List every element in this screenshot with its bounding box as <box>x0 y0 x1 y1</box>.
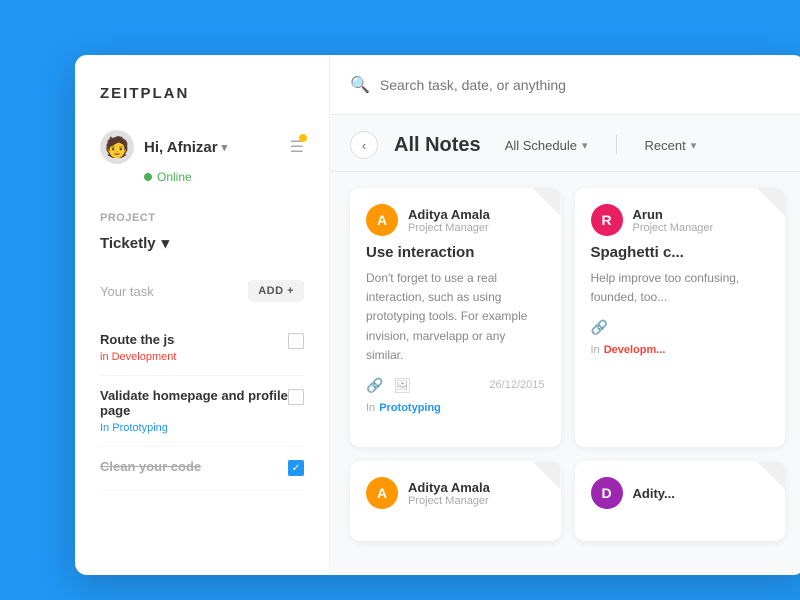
note-user-info: Aditya Amala Project Manager <box>408 480 490 507</box>
greeting-text: Hi, Afnizar <box>144 139 218 156</box>
user-greeting[interactable]: Hi, Afnizar ▾ <box>144 139 227 156</box>
main-content: 🔍 ‹ All Notes All Schedule ▾ Recent ▾ <box>330 55 800 575</box>
note-user-role: Project Manager <box>633 222 714 234</box>
task-content: Validate homepage and profile page In Pr… <box>100 388 288 434</box>
avatar-image: A <box>366 204 398 236</box>
filter-label: All Schedule <box>505 138 577 153</box>
recent-chevron-icon: ▾ <box>691 139 697 152</box>
note-card: D Adity... <box>575 461 786 541</box>
note-user-info: Arun Project Manager <box>633 207 714 234</box>
note-heading: Spaghetti c... <box>591 244 770 261</box>
task-label: Your task <box>100 284 154 299</box>
note-user: A Aditya Amala Project Manager <box>366 204 545 236</box>
note-body: Don't forget to use a real interaction, … <box>366 269 545 365</box>
image-icon: 🖼 <box>393 377 411 394</box>
task-checkbox[interactable] <box>288 333 304 349</box>
filter-chevron-icon: ▾ <box>582 139 588 152</box>
avatar: A <box>366 204 398 236</box>
user-status: Online <box>144 170 304 184</box>
note-project-label: In <box>366 402 375 414</box>
project-section-label: Project <box>100 212 304 224</box>
app-container: ZEITPLAN 🧑 Hi, Afnizar ▾ ☰ Online Projec… <box>75 55 800 575</box>
note-project-line: In Developm... <box>591 344 770 356</box>
back-button[interactable]: ‹ <box>350 131 378 159</box>
note-icons: 🔗 🖼 <box>366 377 411 394</box>
note-user-name: Aditya Amala <box>408 207 490 222</box>
notification-dot <box>299 134 307 142</box>
note-heading: Use interaction <box>366 244 545 261</box>
link-icon: 🔗 <box>591 319 608 336</box>
task-title: Clean your code <box>100 459 288 474</box>
note-body: Help improve too confusing, founded, too… <box>591 269 770 307</box>
task-item: Validate homepage and profile page In Pr… <box>100 376 304 447</box>
all-schedule-filter[interactable]: All Schedule ▾ <box>497 134 596 157</box>
task-project-tag: in Development <box>100 351 288 363</box>
menu-icon[interactable]: ☰ <box>290 137 304 157</box>
back-icon: ‹ <box>362 138 366 153</box>
note-icons: 🔗 <box>591 319 608 336</box>
note-user: A Aditya Amala Project Manager <box>366 477 545 509</box>
note-project-tag: Developm... <box>604 344 666 356</box>
task-content: Clean your code <box>100 459 288 478</box>
status-dot <box>144 173 152 181</box>
note-user-name: Aditya Amala <box>408 480 490 495</box>
task-project-tag: In Prototyping <box>100 422 288 434</box>
note-project-tag: Prototyping <box>379 402 441 414</box>
note-footer: 🔗 🖼 26/12/2015 <box>366 377 545 394</box>
task-item: Route the js in Development <box>100 320 304 376</box>
task-checkbox[interactable] <box>288 389 304 405</box>
avatar: 🧑 <box>100 130 134 164</box>
note-card: A Aditya Amala Project Manager Use inter… <box>350 188 561 447</box>
search-bar: 🔍 <box>330 55 800 115</box>
avatar-image: D <box>591 477 623 509</box>
avatar-image: A <box>366 477 398 509</box>
task-item: Clean your code ✓ <box>100 447 304 491</box>
recent-label: Recent <box>645 138 686 153</box>
note-user-info: Adity... <box>633 486 675 501</box>
note-user-role: Project Manager <box>408 495 490 507</box>
task-checkbox[interactable]: ✓ <box>288 460 304 476</box>
search-icon: 🔍 <box>350 75 370 95</box>
note-project-line: In Prototyping <box>366 402 545 414</box>
chevron-down-icon: ▾ <box>222 141 228 154</box>
project-chevron-icon: ▾ <box>162 234 170 252</box>
task-title: Validate homepage and profile page <box>100 388 288 418</box>
task-header: Your task ADD + <box>100 280 304 302</box>
avatar-image: R <box>591 204 623 236</box>
recent-filter[interactable]: Recent ▾ <box>637 134 705 157</box>
note-date: 26/12/2015 <box>489 379 544 391</box>
project-selector[interactable]: Ticketly ▾ <box>100 234 304 252</box>
note-user-name: Arun <box>633 207 714 222</box>
note-footer: 🔗 <box>591 319 770 336</box>
avatar: A <box>366 477 398 509</box>
search-input[interactable] <box>380 77 785 93</box>
note-user: D Adity... <box>591 477 770 509</box>
note-user-name: Adity... <box>633 486 675 501</box>
user-section: 🧑 Hi, Afnizar ▾ ☰ <box>100 130 304 164</box>
add-task-button[interactable]: ADD + <box>248 280 304 302</box>
note-user: R Arun Project Manager <box>591 204 770 236</box>
link-icon: 🔗 <box>366 377 383 394</box>
note-project-label: In <box>591 344 600 356</box>
task-content: Route the js in Development <box>100 332 288 363</box>
notes-title: All Notes <box>394 134 481 157</box>
note-card: A Aditya Amala Project Manager <box>350 461 561 541</box>
app-logo: ZEITPLAN <box>100 85 304 102</box>
status-text: Online <box>157 170 192 184</box>
note-user-info: Aditya Amala Project Manager <box>408 207 490 234</box>
avatar: R <box>591 204 623 236</box>
note-card: R Arun Project Manager Spaghetti c... He… <box>575 188 786 447</box>
project-name: Ticketly <box>100 235 156 252</box>
notes-header: ‹ All Notes All Schedule ▾ Recent ▾ <box>330 115 800 172</box>
sidebar: ZEITPLAN 🧑 Hi, Afnizar ▾ ☰ Online Projec… <box>75 55 330 575</box>
task-list: Route the js in Development Validate hom… <box>100 320 304 491</box>
note-user-role: Project Manager <box>408 222 490 234</box>
task-title: Route the js <box>100 332 288 347</box>
avatar: D <box>591 477 623 509</box>
notes-grid: A Aditya Amala Project Manager Use inter… <box>330 172 800 575</box>
divider <box>616 135 617 155</box>
